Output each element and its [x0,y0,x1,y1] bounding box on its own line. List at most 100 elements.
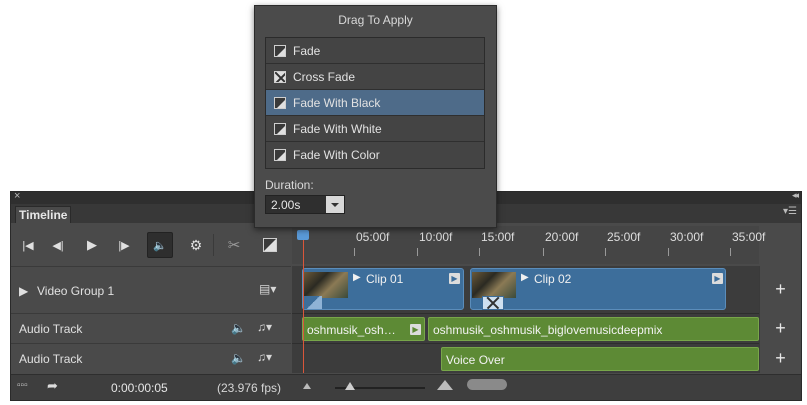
lane-divider [292,343,759,344]
audio-clip-name: oshmusik_oshmusik_biglovemusicdeepmix [433,323,663,337]
add-track-button[interactable]: + [759,313,801,343]
duration-dropdown-button[interactable] [326,196,344,213]
clip-name: Clip 01 [366,272,404,286]
ruler-label: 35:00f [732,230,766,244]
play-clip-icon[interactable]: ▶ [521,272,529,283]
ruler-tick [543,248,544,256]
clip-thumbnail [472,272,516,298]
transition-label: Fade [293,43,321,58]
transition-item-fade[interactable]: Fade [266,38,484,64]
audio-track-header[interactable]: Audio Track 🔈 ♫▾ [11,343,291,373]
speaker-icon[interactable]: 🔈 [231,351,246,365]
duration-label: Duration: [265,178,314,192]
duration-select[interactable]: 2.00s [265,195,345,214]
time-ruler[interactable]: 05:00f 10:00f 15:00f 20:00f 25:00f 30:00… [292,226,765,264]
ruler-label: 10:00f [419,230,453,244]
clip-menu-icon[interactable]: ▶ [712,273,723,284]
audio-track-header[interactable]: Audio Track 🔈 ♫▾ [11,313,291,343]
audio-clip[interactable]: oshmusik_osh… ▶ [302,317,425,341]
clip-thumbnail [304,272,348,298]
panel-menu-icon[interactable]: ▾☰ [783,206,797,217]
transition-label: Fade With White [293,121,382,136]
export-arrow-icon[interactable]: ➦ [47,378,58,394]
fade-in-marker[interactable] [304,296,322,309]
audio-clip[interactable]: Voice Over [441,347,759,371]
mute-audio-button[interactable]: 🔈 [147,232,173,258]
popup-title: Drag To Apply [338,13,413,27]
settings-gear-button[interactable]: ⚙ [183,232,209,258]
video-clip[interactable]: ▶ Clip 01 ▶ [302,268,464,310]
horizontal-scrollbar[interactable] [467,379,507,390]
lane-divider [292,313,759,314]
play-button[interactable]: ▶ [79,232,105,258]
transition-label: Fade With Color [293,148,380,162]
ruler-label: 20:00f [545,230,579,244]
ruler-label: 25:00f [607,230,641,244]
transition-item-cross-fade[interactable]: Cross Fade [266,64,484,90]
fade-icon [274,96,286,109]
speaker-icon[interactable]: 🔈 [231,321,246,335]
tracks-area[interactable]: ▶ Clip 01 ▶ ▶ Clip 02 ▶ oshmusik_osh… ▶ … [292,266,759,373]
clip-menu-icon[interactable]: ▶ [449,273,460,284]
transition-list: Fade Cross Fade Fade With Black Fade Wit… [265,37,485,169]
frame-rate: (23.976 fps) [217,381,282,395]
previous-frame-button[interactable]: ◀| [45,232,71,258]
film-strip-icon[interactable]: ▤▾ [259,282,276,296]
divider [213,234,214,256]
playhead-handle[interactable] [297,230,309,240]
fade-icon [274,44,286,57]
ruler-tick [354,248,355,256]
audio-clip-name: Voice Over [446,353,505,367]
current-timecode: 0:00:00:05 [111,381,168,395]
transition-label: Fade With Black [293,95,381,110]
expand-arrow-icon[interactable]: ▶ [19,284,28,298]
ruler-label: 05:00f [356,230,390,244]
audio-track-label: Audio Track [19,352,83,366]
transition-icon [263,238,277,252]
transition-item-fade-with-black[interactable]: Fade With Black [266,90,484,116]
tab-timeline[interactable]: Timeline [15,206,71,223]
split-clip-button[interactable]: ✂ [221,232,247,258]
zoom-out-icon[interactable] [303,383,311,389]
next-frame-button[interactable]: |▶ [111,232,137,258]
fade-icon [274,149,286,161]
video-group-label: Video Group 1 [37,284,115,298]
duration-value: 2.00s [271,198,301,212]
ruler-label: 15:00f [481,230,515,244]
chevron-down-icon [331,203,339,207]
add-track-button[interactable]: + [759,266,801,313]
cross-fade-icon [274,70,286,83]
ruler-tick [668,248,669,256]
zoom-slider-thumb[interactable] [345,382,355,390]
music-note-icon[interactable]: ♫▾ [257,320,272,334]
grid-icon[interactable]: ▫▫▫ [17,380,28,391]
ruler-label: 30:00f [670,230,704,244]
audio-track-label: Audio Track [19,322,83,336]
fade-icon [274,122,286,135]
add-track-button[interactable]: + [759,343,801,373]
music-note-icon[interactable]: ♫▾ [257,350,272,364]
ruler-tick [730,248,731,256]
playhead-line[interactable] [303,232,304,373]
zoom-in-icon[interactable] [437,380,453,390]
video-clip[interactable]: ▶ Clip 02 ▶ [470,268,726,310]
close-icon[interactable]: × [14,190,20,202]
collapse-icon[interactable]: ◂◂ [792,190,799,201]
ruler-tick [417,248,418,256]
clip-menu-icon[interactable]: ▶ [410,324,421,335]
status-bar: ▫▫▫ ➦ 0:00:00:05 (23.976 fps) [11,374,801,400]
transition-label: Cross Fade [293,69,356,84]
play-clip-icon[interactable]: ▶ [353,272,361,283]
ruler-tick [479,248,480,256]
audio-clip-name: oshmusik_osh… [307,323,396,337]
transition-item-fade-with-color[interactable]: Fade With Color [266,142,484,168]
transition-item-fade-with-white[interactable]: Fade With White [266,116,484,142]
transition-button[interactable] [257,232,283,258]
clip-name: Clip 02 [534,272,572,286]
go-to-start-button[interactable]: |◀ [15,232,41,258]
transitions-popup: Drag To Apply Fade Cross Fade Fade With … [254,5,497,228]
ruler-tick [605,248,606,256]
audio-clip[interactable]: oshmusik_oshmusik_biglovemusicdeepmix [428,317,759,341]
cross-fade-transition[interactable] [482,296,504,310]
video-group-header[interactable]: ▶ Video Group 1 ▤▾ [11,266,291,313]
